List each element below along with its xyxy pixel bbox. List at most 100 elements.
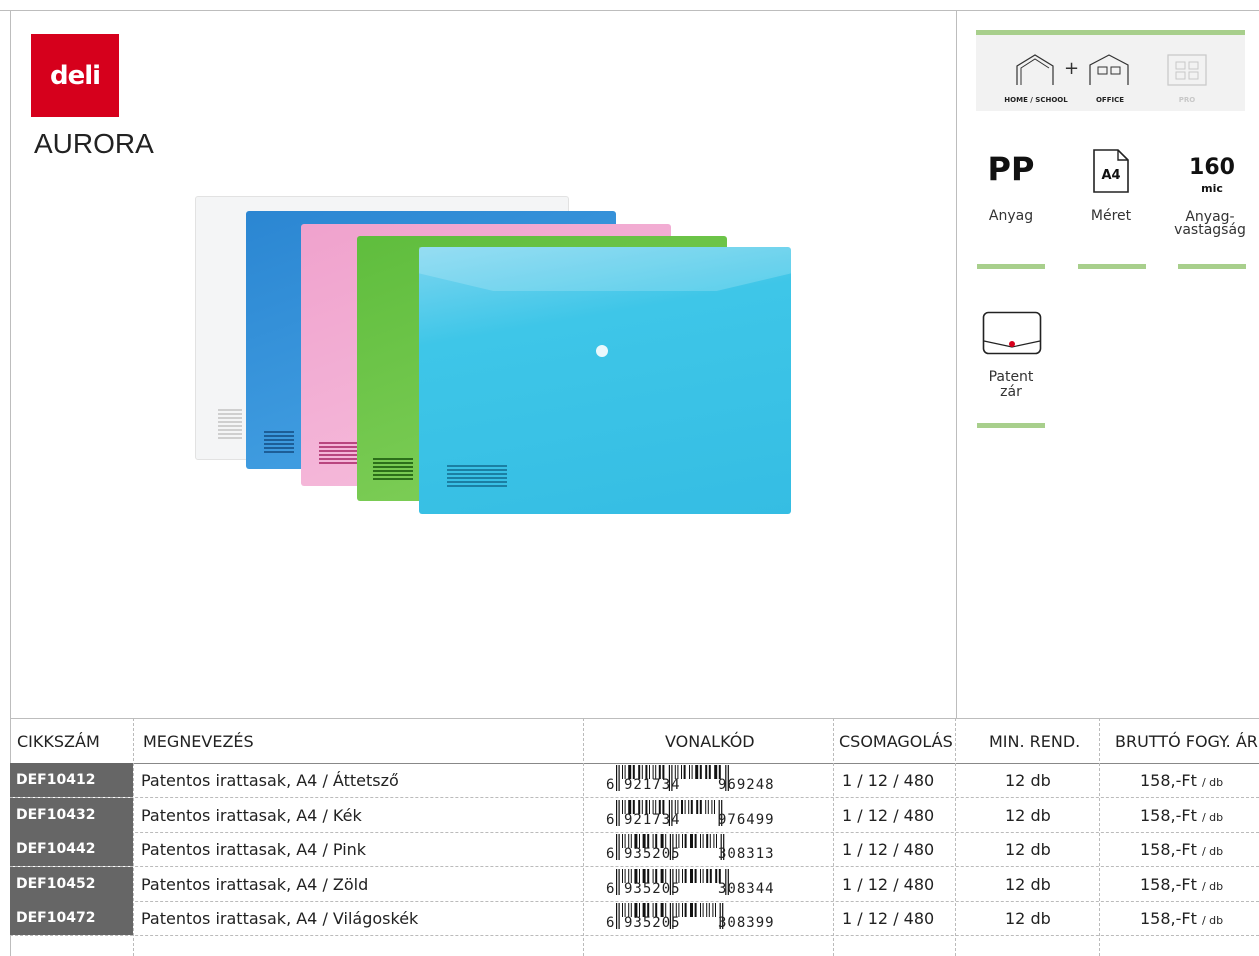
barcode-right-digits: 308344 [718,880,775,897]
header-barcode: VONALKÓD [665,732,755,751]
min-order: 12 db [1005,874,1051,894]
usage-label-office: OFFICE [1095,96,1125,104]
item-code-text: DEF10432 [16,806,96,823]
price-value: 158,-Ft [1140,771,1197,790]
header-min-order: MIN. REND. [989,732,1081,751]
table-row: DEF10432 Patentos irattasak, A4 / Kék 6 921… [10,797,1259,833]
header-packaging: CSOMAGOLÁS [839,732,953,751]
barcode-left-digits: 935205 [624,846,681,862]
spec-underline-size [1078,264,1146,269]
item-code-text: DEF10412 [16,772,96,788]
item-code: DEF10432 [10,797,133,832]
house-icon [1016,54,1054,85]
folder-light-blue [419,247,791,514]
header-name: MEGNEVEZÉS [143,732,254,751]
item-name: Patentos irattasak, A4 / Világoskék [141,909,419,928]
price: 158,-Ft / db [1140,875,1223,894]
thickness-value: 160 [1189,155,1235,180]
price-unit: / db [1201,810,1224,824]
barcode: 6 921734 969248 [594,763,834,797]
min-order: 12 db [1005,805,1051,825]
barcode-prefix: 6 [606,777,615,793]
item-name: Patentos irattasak, A4 / Pink [141,840,367,859]
item-code: DEF10472 [10,901,133,935]
barcode-right-digits: 969248 [718,777,775,793]
brand-logo-text: deli [49,60,101,91]
barcode-prefix: 6 [606,846,615,862]
barcode-prefix: 6 [606,880,615,897]
price-value: 158,-Ft [1140,840,1197,859]
packaging: 1 / 12 / 480 [842,771,935,790]
usage-label-home: HOME / SCHOOL [1004,96,1068,104]
frame-top-border [0,10,1259,11]
item-code-text: DEF10472 [16,910,96,926]
price-unit: / db [1201,879,1224,893]
material-value: PP [987,150,1035,188]
spec-underline-material [977,264,1045,269]
table-row: DEF10412 Patentos irattasak, A4 / Áttetsz… [10,763,1259,798]
brand-logo: deli [31,34,119,117]
barcode: 6 935205 308344 [594,867,834,901]
packaging: 1 / 12 / 480 [842,874,935,894]
item-name: Patentos irattasak, A4 / Zöld [141,874,369,894]
barcode-left-digits: 935205 [624,880,681,897]
item-code: DEF10442 [10,832,133,866]
usage-label-pro: PRO [1178,96,1196,104]
price: 158,-Ft / db [1140,771,1223,790]
size-label: Méret [1090,208,1132,224]
spec-underline-closure [977,423,1045,428]
item-name: Patentos irattasak, A4 / Áttetsző [141,771,399,790]
item-code-text: DEF10452 [16,875,96,892]
barcode-left-digits: 921734 [624,777,681,793]
packaging: 1 / 12 / 480 [842,909,935,928]
snap-closure-icon [982,311,1042,355]
price-unit: / db [1201,845,1224,858]
panel-divider [956,10,957,718]
plus-sign: + [1064,58,1080,79]
price-value: 158,-Ft [1140,805,1197,825]
item-code: DEF10452 [10,866,133,901]
thickness-label-line2: vastagság [1174,222,1246,238]
price-unit: / db [1201,776,1224,789]
price-value: 158,-Ft [1140,874,1197,894]
price-unit: / db [1201,914,1224,927]
table-header: CIKKSZÁM MEGNEVEZÉS VONALKÓD CSOMAGOLÁS … [10,718,1259,764]
barcode: 6 921734 976499 [594,798,834,832]
barcode-right-digits: 976499 [718,811,775,828]
barcode: 6 935205 308313 [594,832,834,866]
material-label: Anyag [988,208,1034,224]
barcode-prefix: 6 [606,811,615,828]
snap-button [596,345,608,357]
min-order: 12 db [1005,771,1051,790]
min-order: 12 db [1005,840,1051,859]
barcode-right-digits: 308399 [718,915,775,931]
office-building-icon [1089,54,1129,85]
item-code: DEF10412 [10,763,133,797]
barcode-right-digits: 308313 [718,846,775,862]
product-title: AURORA [34,128,154,159]
closure-label-line2: zár [1000,384,1022,400]
price: 158,-Ft / db [1140,840,1223,859]
min-order: 12 db [1005,909,1051,928]
thickness-unit: mic [1201,182,1223,195]
packaging: 1 / 12 / 480 [842,840,935,859]
table-row: DEF10472 Patentos irattasak, A4 / Világos… [10,901,1259,936]
barcode-left-digits: 935205 [624,915,681,931]
header-code: CIKKSZÁM [17,732,100,751]
item-code-text: DEF10442 [16,841,96,857]
table-row: DEF10442 Patentos irattasak, A4 / Pink 6 93… [10,832,1259,867]
table-row: DEF10452 Patentos irattasak, A4 / Zöld 6 93… [10,866,1259,902]
header-price: BRUTTÓ FOGY. ÁR [1115,732,1258,751]
spec-underline-thickness [1178,264,1246,269]
price-value: 158,-Ft [1140,909,1197,928]
closure-label-line1: Patent [988,369,1034,385]
size-value: A4 [1101,168,1121,183]
price: 158,-Ft / db [1140,909,1223,928]
barcode-prefix: 6 [606,915,615,931]
barcode-left-digits: 921734 [624,811,681,828]
price: 158,-Ft / db [1140,806,1223,825]
barcode: 6 935205 308399 [594,901,834,935]
packaging: 1 / 12 / 480 [842,805,935,825]
item-name: Patentos irattasak, A4 / Kék [141,805,362,825]
factory-icon [1167,54,1207,86]
